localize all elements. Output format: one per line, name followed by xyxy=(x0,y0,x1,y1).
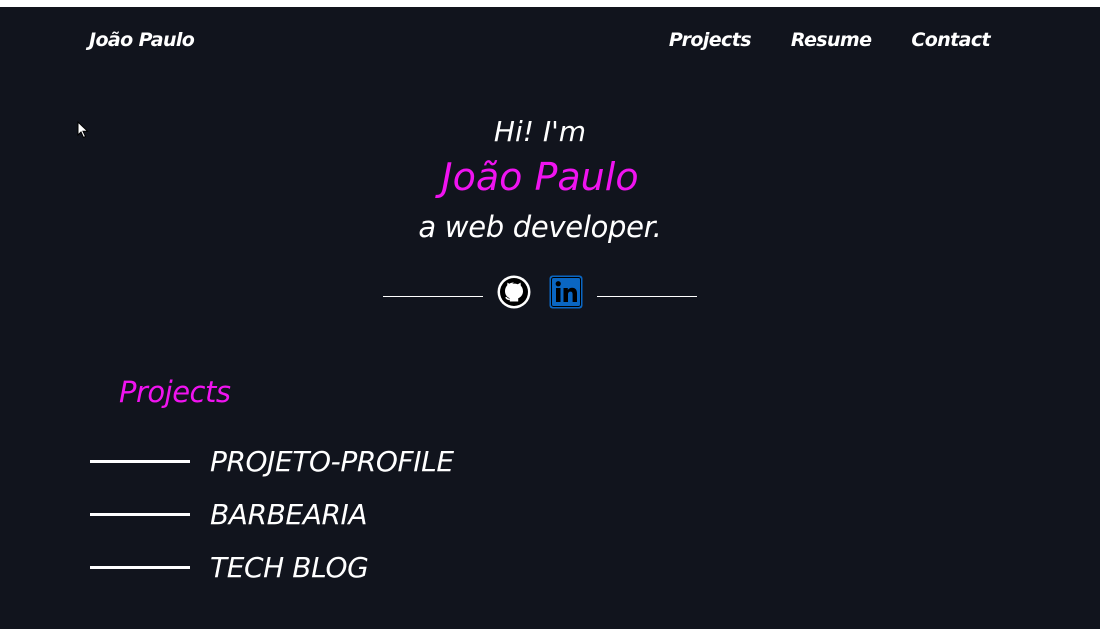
project-line xyxy=(90,512,190,516)
divider-line-left xyxy=(383,296,483,297)
linkedin-icon[interactable] xyxy=(549,275,583,309)
hero-name: João Paulo xyxy=(441,155,639,199)
project-line xyxy=(90,459,190,463)
nav-link-resume[interactable]: Resume xyxy=(791,29,872,51)
project-label[interactable]: PROJETO-PROFILE xyxy=(210,445,454,478)
divider-line-right xyxy=(597,296,697,297)
project-line xyxy=(90,565,190,569)
hero-greeting: Hi! I'm xyxy=(493,115,587,148)
nav-brand[interactable]: João Paulo xyxy=(89,29,195,51)
project-label[interactable]: TECH BLOG xyxy=(210,551,369,584)
social-links xyxy=(383,273,697,309)
page: João Paulo Projects Resume Contact Hi! I… xyxy=(0,7,1100,629)
project-item[interactable]: PROJETO-PROFILE xyxy=(90,443,454,479)
nav-links: Projects Resume Contact xyxy=(669,29,991,51)
projects-heading: Projects xyxy=(119,375,231,409)
nav-link-projects[interactable]: Projects xyxy=(669,29,752,51)
project-item[interactable]: TECH BLOG xyxy=(90,549,369,585)
project-item[interactable]: BARBEARIA xyxy=(90,496,368,532)
hero-role: a web developer. xyxy=(418,210,662,244)
github-icon[interactable] xyxy=(497,275,531,309)
project-label[interactable]: BARBEARIA xyxy=(210,498,368,531)
nav-link-contact[interactable]: Contact xyxy=(911,29,990,51)
